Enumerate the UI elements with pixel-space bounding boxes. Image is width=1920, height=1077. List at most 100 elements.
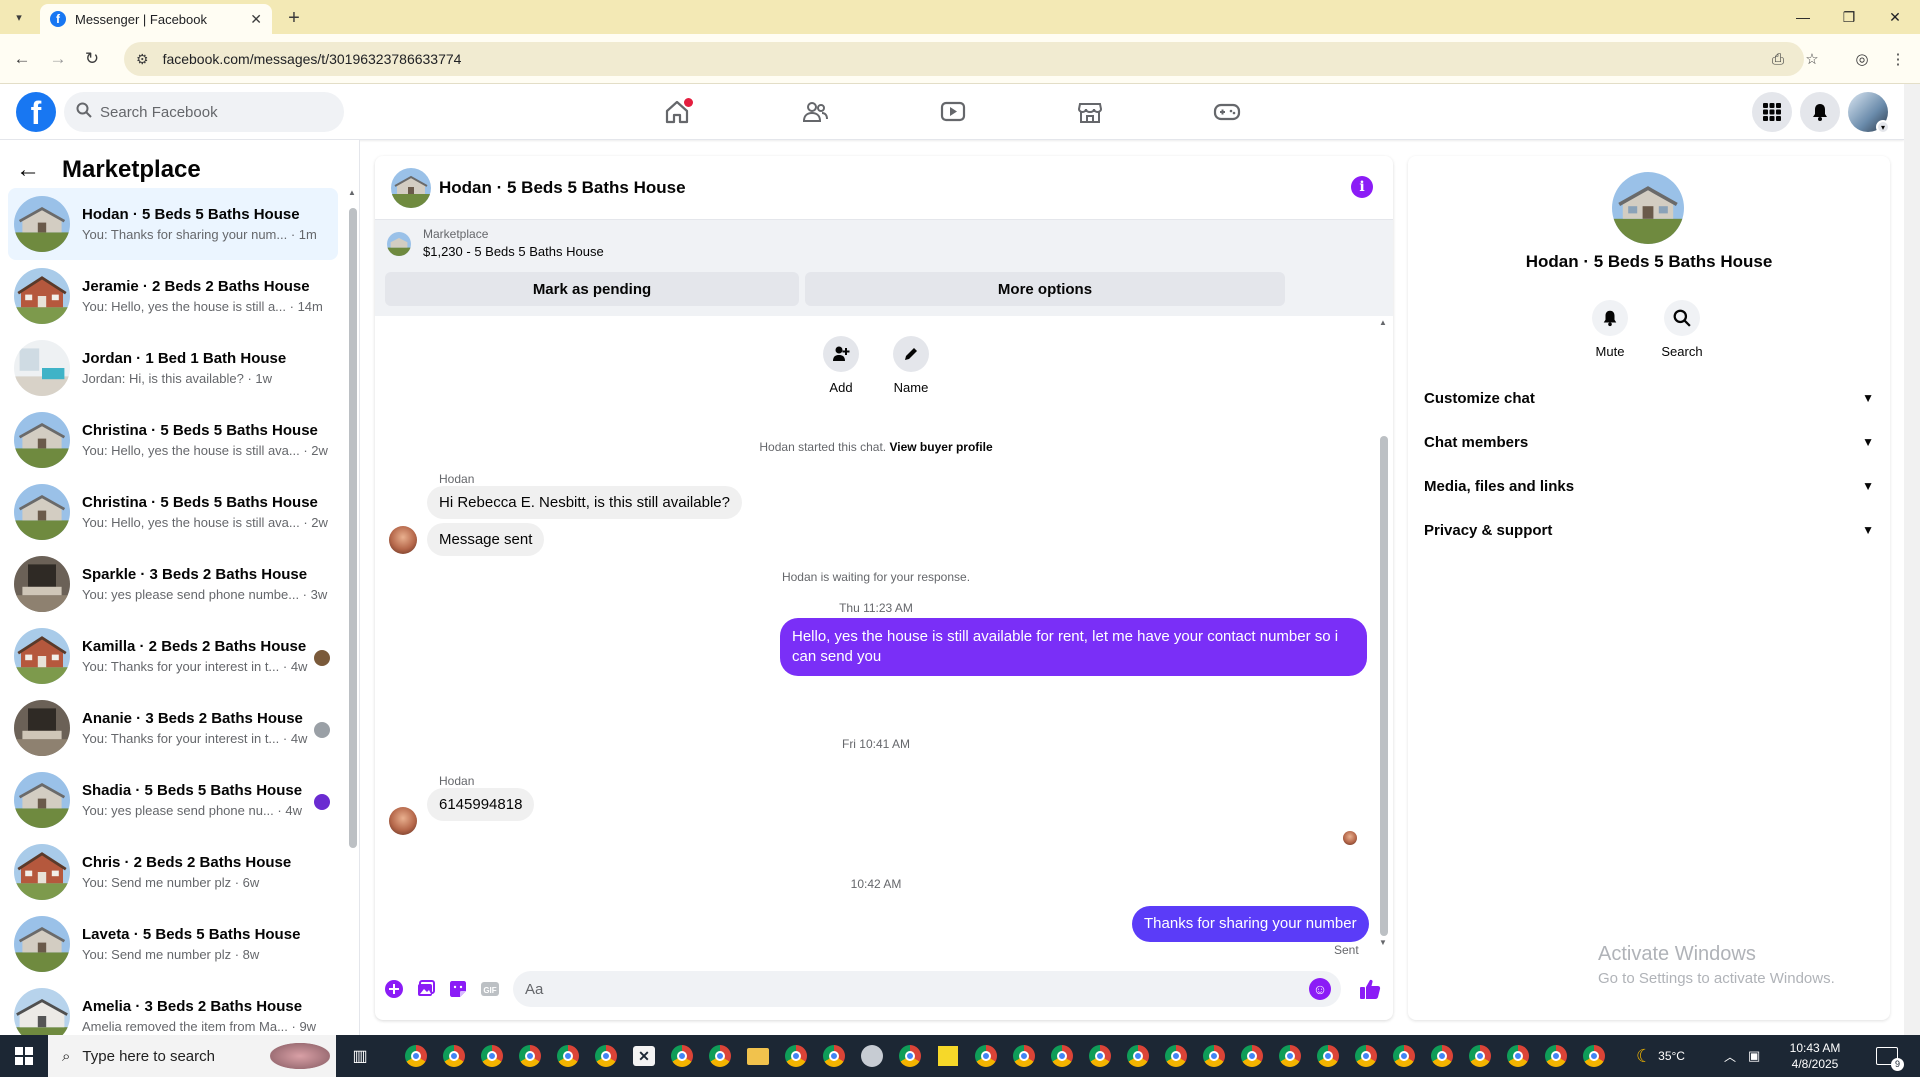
conversation-item[interactable]: Hodan · 5 Beds 5 Baths House You: Thanks … [8,188,338,260]
terminal-app-icon[interactable]: ✕ [630,1042,658,1070]
maximize-button[interactable]: ❐ [1826,0,1872,34]
chrome-app-icon[interactable] [896,1042,924,1070]
install-app-icon[interactable]: ⎙ [1766,47,1790,71]
taskbar-search[interactable]: ⌕ Type here to search [48,1035,336,1077]
profile-icon[interactable]: ◎ [1850,47,1874,71]
sidebar-scroll-thumb[interactable] [349,208,357,848]
chat-members-section[interactable]: Chat members ▼ [1424,424,1874,460]
tray-chevron-icon[interactable]: ︿ [1724,1035,1736,1077]
chrome-app-icon[interactable] [1124,1042,1152,1070]
listing-price[interactable]: $1,230 - 5 Beds 5 Baths House [423,244,604,259]
conversation-item[interactable]: Ananie · 3 Beds 2 Baths House You: Thanks… [8,692,338,764]
chrome-app-icon[interactable] [478,1042,506,1070]
scroll-up-arrow-icon[interactable]: ▲ [1379,318,1387,327]
scroll-up-arrow-icon[interactable]: ▲ [348,188,356,197]
back-arrow-icon[interactable]: ← [16,156,40,184]
chrome-app-icon[interactable] [1352,1042,1380,1070]
notifications-button[interactable] [1800,92,1840,132]
conversation-item[interactable]: Chris · 2 Beds 2 Baths House You: Send me… [8,836,338,908]
thumbs-up-icon[interactable] [1357,976,1383,1002]
facebook-search[interactable] [64,92,344,132]
privacy-support-section[interactable]: Privacy & support ▼ [1424,512,1874,548]
chrome-app-icon[interactable] [1580,1042,1608,1070]
tab-search-dropdown-icon[interactable]: ▾ [8,6,30,28]
sender-avatar[interactable] [389,807,417,835]
account-avatar[interactable]: ▾ [1848,92,1890,134]
minimize-button[interactable]: — [1780,0,1826,34]
incoming-message[interactable]: Message sent [427,523,545,556]
sender-avatar[interactable] [389,526,417,554]
conversation-item[interactable]: Christina · 5 Beds 5 Baths House You: Hel… [8,476,338,548]
notification-center-button[interactable]: 9 [1876,1035,1904,1077]
chrome-app-icon[interactable] [1276,1042,1304,1070]
chrome-app-icon[interactable] [782,1042,810,1070]
chrome-app-icon[interactable] [1086,1042,1114,1070]
chrome-app-icon[interactable] [1314,1042,1342,1070]
site-info-icon[interactable]: ⚙ [136,51,149,68]
chrome-app-icon[interactable] [592,1042,620,1070]
chrome-app-icon[interactable] [440,1042,468,1070]
listing-avatar[interactable] [1612,172,1684,244]
chat-avatar[interactable] [391,167,431,208]
chrome-app-icon[interactable] [1504,1042,1532,1070]
sidebar-scrollbar[interactable]: ▲ ▼ [346,188,357,1033]
window-close-button[interactable]: ✕ [1872,0,1918,34]
weather-widget[interactable]: ☾ 35°C [1636,1035,1685,1077]
chrome-app-icon[interactable] [1466,1042,1494,1070]
chrome-app-icon[interactable] [1010,1042,1038,1070]
conversation-item[interactable]: Kamilla · 2 Beds 2 Baths House You: Thank… [8,620,338,692]
gif-icon[interactable]: GIF [479,978,501,1000]
message-input[interactable] [525,980,1285,998]
chrome-app-icon[interactable] [1048,1042,1076,1070]
bookmark-star-icon[interactable]: ☆ [1800,47,1824,71]
page-scrollbar[interactable] [1904,84,1920,1035]
conversation-item[interactable]: Laveta · 5 Beds 5 Baths House You: Send m… [8,908,338,980]
address-bar[interactable]: ⚙ facebook.com/messages/t/30196323786633… [124,42,1804,76]
menu-grid-button[interactable] [1752,92,1792,132]
photo-icon[interactable] [415,978,437,1000]
facebook-search-input[interactable] [100,103,320,121]
nav-home-button[interactable] [622,88,732,136]
incoming-message[interactable]: 6145994818 [427,788,535,821]
chrome-app-icon[interactable] [516,1042,544,1070]
chrome-app-icon[interactable] [402,1042,430,1070]
chrome-app-icon[interactable] [1542,1042,1570,1070]
chrome-app-icon[interactable] [820,1042,848,1070]
chrome-app-icon[interactable] [1428,1042,1456,1070]
chrome-app-icon[interactable] [1200,1042,1228,1070]
tray-app-icon[interactable]: ▣ [1748,1035,1760,1077]
conversation-item[interactable]: Amelia · 3 Beds 2 Baths House Amelia remo… [8,980,338,1035]
browser-menu-icon[interactable]: ⋮ [1886,47,1910,71]
mark-as-pending-button[interactable]: Mark as pending [385,272,799,306]
system-clock[interactable]: 10:43 AM 4/8/2025 [1775,1040,1855,1072]
conversation-item[interactable]: Jeramie · 2 Beds 2 Baths House You: Hello… [8,260,338,332]
customize-chat-section[interactable]: Customize chat ▼ [1424,380,1874,416]
outgoing-message[interactable]: Hello, yes the house is still available … [780,618,1367,676]
scroll-down-arrow-icon[interactable]: ▼ [1379,938,1387,947]
conversation-item[interactable]: Jordan · 1 Bed 1 Bath House Jordan: Hi, i… [8,332,338,404]
chrome-app-icon[interactable] [706,1042,734,1070]
media-files-links-section[interactable]: Media, files and links ▼ [1424,468,1874,504]
chrome-app-icon[interactable] [554,1042,582,1070]
facebook-logo-icon[interactable]: f [16,92,56,132]
name-chat-button[interactable]: Name [881,336,941,395]
forward-button[interactable]: → [46,47,70,71]
chrome-app-icon[interactable] [1238,1042,1266,1070]
nav-video-button[interactable] [898,88,1008,136]
chrome-app-icon[interactable] [668,1042,696,1070]
nav-marketplace-button[interactable] [1035,88,1145,136]
view-buyer-profile-link[interactable]: View buyer profile [889,440,992,454]
mute-button[interactable]: Mute [1580,300,1640,359]
nav-friends-button[interactable] [760,88,870,136]
conversation-item[interactable]: Sparkle · 3 Beds 2 Baths House You: yes p… [8,548,338,620]
reload-button[interactable]: ↻ [80,47,104,71]
app-icon[interactable] [858,1042,886,1070]
tab-close-icon[interactable]: ✕ [250,11,262,28]
message-input-field[interactable]: ☺ [513,971,1341,1007]
chat-scrollbar[interactable]: ▲ ▼ [1377,316,1389,952]
start-button[interactable] [0,1035,48,1077]
outgoing-message[interactable]: Thanks for sharing your number [1132,906,1369,942]
add-people-button[interactable]: Add [811,336,871,395]
chat-title[interactable]: Hodan · 5 Beds 5 Baths House [439,178,686,198]
chrome-app-icon[interactable] [972,1042,1000,1070]
